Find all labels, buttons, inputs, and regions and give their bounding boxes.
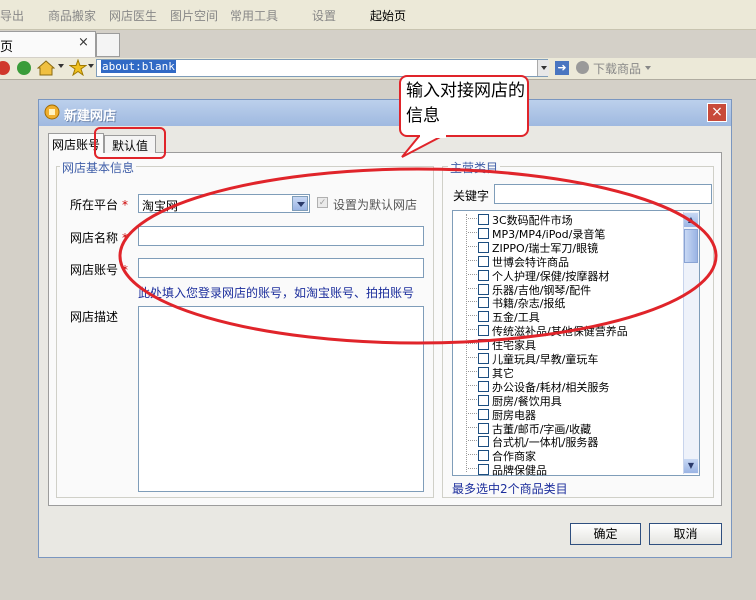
annotation-ellipse — [118, 134, 718, 345]
annotation-callout-text: 输入对接网店的信息 — [406, 81, 525, 126]
callout-tail-mask — [420, 133, 446, 138]
